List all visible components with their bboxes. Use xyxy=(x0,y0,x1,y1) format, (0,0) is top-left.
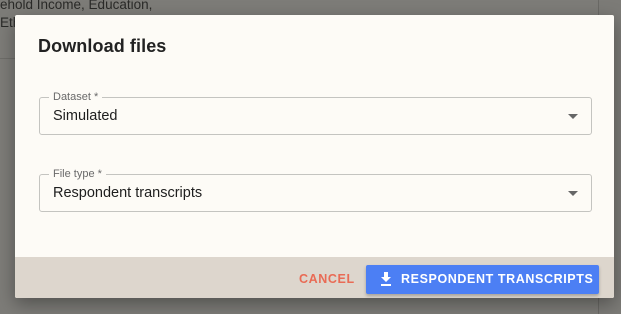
dropdown-arrow-icon[interactable] xyxy=(568,114,578,119)
download-button-label: RESPONDENT TRANSCRIPTS xyxy=(401,272,594,286)
background-text-line: ehold Income, Education, xyxy=(0,0,153,12)
cancel-button[interactable]: CANCEL xyxy=(291,265,363,293)
dialog-actions: CANCEL RESPONDENT TRANSCRIPTS xyxy=(15,257,614,298)
dialog-title: Download files xyxy=(38,36,167,56)
download-respondent-transcripts-button[interactable]: RESPONDENT TRANSCRIPTS xyxy=(366,265,599,294)
dataset-select[interactable]: Dataset * Simulated xyxy=(39,90,592,135)
dataset-label: Dataset * xyxy=(49,90,103,104)
dropdown-arrow-icon[interactable] xyxy=(568,191,578,196)
file-type-value: Respondent transcripts xyxy=(53,185,203,201)
dataset-value: Simulated xyxy=(53,108,118,124)
download-files-dialog: Download files Dataset * Simulated File … xyxy=(15,15,614,298)
file-type-label: File type * xyxy=(49,167,106,181)
file-type-select[interactable]: File type * Respondent transcripts xyxy=(39,167,592,212)
download-icon xyxy=(381,272,391,286)
